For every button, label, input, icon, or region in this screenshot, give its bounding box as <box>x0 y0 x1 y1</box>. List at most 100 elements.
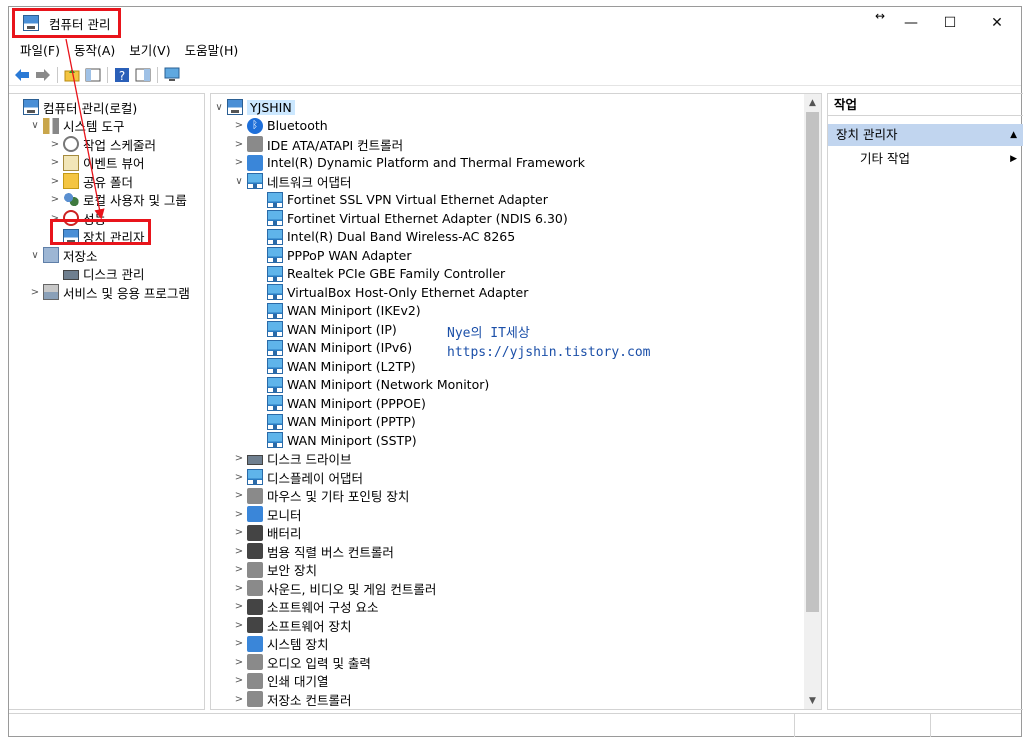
maximize-button[interactable]: ☐ <box>930 11 970 35</box>
tree-item-모니터[interactable]: > 모니터 <box>233 505 302 524</box>
collapsed-chevron-icon[interactable]: > <box>49 157 61 168</box>
menu-file[interactable]: 파일(F) <box>13 41 67 61</box>
monitor-icon[interactable] <box>163 66 181 84</box>
close-button[interactable]: ✕ <box>977 11 1017 35</box>
vertical-scrollbar[interactable]: ▲ ▼ <box>804 94 821 709</box>
tree-item-label: 소프트웨어 구성 요소 <box>267 600 379 616</box>
tree-item-virtualbox-host-only-ethernet-adapter[interactable]: VirtualBox Host-Only Ethernet Adapter <box>253 283 528 302</box>
collapsed-chevron-icon[interactable]: > <box>233 694 245 705</box>
tree-item-서비스-및-응용-프로그램[interactable]: > 서비스 및 응용 프로그램 <box>29 283 190 302</box>
collapsed-chevron-icon[interactable]: > <box>233 583 245 594</box>
tree-item-로컬-사용자-및-그룹[interactable]: > 로컬 사용자 및 그룹 <box>49 191 187 210</box>
tree-item-wan-miniport-pppoe[interactable]: WAN Miniport (PPPOE) <box>253 394 426 413</box>
tree-item-사운드-비디오-및-게임-컨트롤러[interactable]: > 사운드, 비디오 및 게임 컨트롤러 <box>233 579 436 598</box>
tree-item-wan-miniport-network-monitor[interactable]: WAN Miniport (Network Monitor) <box>253 376 489 395</box>
tree-item-realtek-pcie-gbe-family-controller[interactable]: Realtek PCIe GBE Family Controller <box>253 265 505 284</box>
tree-item-범용-직렬-버스-컨트롤러[interactable]: > 범용 직렬 버스 컨트롤러 <box>233 542 394 561</box>
tree-item-오디오-입력-및-출력[interactable]: > 오디오 입력 및 출력 <box>233 653 371 672</box>
collapsed-chevron-icon[interactable]: > <box>233 157 245 168</box>
collapsed-chevron-icon[interactable]: > <box>233 120 245 131</box>
show-hide-tree-icon[interactable] <box>84 66 102 84</box>
tree-item-네트워크-어댑터[interactable]: ∨ 네트워크 어댑터 <box>233 172 351 191</box>
collapsed-chevron-icon[interactable]: > <box>233 601 245 612</box>
tree-item-fortinet-ssl-vpn-virtual-ethernet-adapter[interactable]: Fortinet SSL VPN Virtual Ethernet Adapte… <box>253 191 548 210</box>
tree-item-인쇄-대기열[interactable]: > 인쇄 대기열 <box>233 672 328 691</box>
tree-item-ide-ata-atapi-컨트롤러[interactable]: > IDE ATA/ATAPI 컨트롤러 <box>233 135 403 154</box>
tree-item-wan-miniport-ipv6[interactable]: WAN Miniport (IPv6) <box>253 339 412 358</box>
tree-item-fortinet-virtual-ethernet-adapter-ndis-6-30[interactable]: Fortinet Virtual Ethernet Adapter (NDIS … <box>253 209 568 228</box>
collapsed-chevron-icon[interactable]: > <box>233 490 245 501</box>
tree-item-시스템-장치[interactable]: > 시스템 장치 <box>233 635 328 654</box>
help-icon[interactable]: ? <box>113 66 131 84</box>
more-actions-item[interactable]: 기타 작업 ▶ <box>828 148 1023 170</box>
up-folder-icon[interactable] <box>63 66 81 84</box>
tree-item-소프트웨어-구성-요소[interactable]: > 소프트웨어 구성 요소 <box>233 598 378 617</box>
tree-item-wan-miniport-l2tp[interactable]: WAN Miniport (L2TP) <box>253 357 416 376</box>
tree-root-yjshin[interactable]: ∨ YJSHIN <box>213 98 295 117</box>
collapsed-chevron-icon[interactable]: > <box>233 657 245 668</box>
collapsed-chevron-icon[interactable]: > <box>29 287 41 298</box>
collapsed-chevron-icon[interactable]: > <box>49 139 61 150</box>
submenu-arrow-icon: ▶ <box>1010 154 1017 164</box>
battery-icon <box>247 524 263 541</box>
expanded-chevron-icon[interactable]: ∨ <box>233 176 245 187</box>
scroll-down-icon[interactable]: ▼ <box>804 692 821 709</box>
resize-arrows-icon[interactable]: ↔ <box>875 9 885 23</box>
collapsed-chevron-icon[interactable]: > <box>233 546 245 557</box>
tree-item-wan-miniport-ikev2[interactable]: WAN Miniport (IKEv2) <box>253 302 421 321</box>
collapsed-chevron-icon[interactable]: > <box>233 472 245 483</box>
properties-icon[interactable] <box>134 66 152 84</box>
menu-action[interactable]: 동작(A) <box>67 41 122 61</box>
tree-item-작업-스케줄러[interactable]: > 작업 스케줄러 <box>49 135 156 154</box>
tree-item-pppop-wan-adapter[interactable]: PPPoP WAN Adapter <box>253 246 411 265</box>
minimize-button[interactable]: — <box>891 11 931 35</box>
collapsed-chevron-icon[interactable]: > <box>233 638 245 649</box>
scrollbar-thumb[interactable] <box>806 112 819 612</box>
bluetooth-icon: ᛒ <box>247 117 263 134</box>
tree-item-intel-r-dynamic-platform-and-thermal-framework[interactable]: > Intel(R) Dynamic Platform and Thermal F… <box>233 154 585 173</box>
tree-item-컴퓨터-관리-로컬[interactable]: 컴퓨터 관리(로컬) <box>9 98 137 117</box>
actions-section-device-manager[interactable]: 장치 관리자 ▲ <box>828 124 1023 146</box>
tree-item-wan-miniport-pptp[interactable]: WAN Miniport (PPTP) <box>253 413 416 432</box>
tree-item-배터리[interactable]: > 배터리 <box>233 524 302 543</box>
tree-item-소프트웨어-장치[interactable]: > 소프트웨어 장치 <box>233 616 351 635</box>
collapsed-chevron-icon[interactable]: > <box>233 620 245 631</box>
tree-item-이벤트-뷰어[interactable]: > 이벤트 뷰어 <box>49 154 144 173</box>
software-component-icon <box>247 598 263 615</box>
scroll-up-icon[interactable]: ▲ <box>804 94 821 111</box>
tree-item-보안-장치[interactable]: > 보안 장치 <box>233 561 317 580</box>
tree-item-디스크-드라이브[interactable]: > 디스크 드라이브 <box>233 450 352 469</box>
tree-item-intel-r-dual-band-wireless-ac-8265[interactable]: Intel(R) Dual Band Wireless-AC 8265 <box>253 228 515 247</box>
expanded-chevron-icon[interactable]: ∨ <box>213 102 225 113</box>
collapsed-chevron-icon[interactable]: > <box>233 509 245 520</box>
collapsed-chevron-icon[interactable]: > <box>233 564 245 575</box>
tree-item-마우스-및-기타-포인팅-장치[interactable]: > 마우스 및 기타 포인팅 장치 <box>233 487 409 506</box>
tree-item-디스크-관리[interactable]: 디스크 관리 <box>49 265 144 284</box>
menu-view[interactable]: 보기(V) <box>122 41 177 61</box>
expanded-chevron-icon[interactable]: ∨ <box>29 250 41 261</box>
tree-item-공유-폴더[interactable]: > 공유 폴더 <box>49 172 133 191</box>
collapsed-chevron-icon[interactable]: > <box>233 453 245 464</box>
tree-item-bluetooth[interactable]: > ᛒ Bluetooth <box>233 117 328 136</box>
tree-item-저장소[interactable]: ∨ 저장소 <box>29 246 98 265</box>
forward-arrow-icon[interactable] <box>34 66 52 84</box>
status-cell <box>931 714 1021 737</box>
tree-item-label: WAN Miniport (IPv6) <box>287 340 413 356</box>
collapsed-chevron-icon[interactable]: > <box>233 139 245 150</box>
collapsed-chevron-icon[interactable]: > <box>49 194 61 205</box>
tree-item-wan-miniport-sstp[interactable]: WAN Miniport (SSTP) <box>253 431 417 450</box>
menu-help[interactable]: 도움말(H) <box>178 41 246 61</box>
collapsed-chevron-icon[interactable]: > <box>233 675 245 686</box>
tree-item-label: WAN Miniport (IP) <box>287 321 397 337</box>
expanded-chevron-icon[interactable]: ∨ <box>29 120 41 131</box>
toolbar-separator <box>157 66 158 83</box>
collapsed-chevron-icon[interactable]: > <box>233 527 245 538</box>
tree-item-디스플레이-어댑터[interactable]: > 디스플레이 어댑터 <box>233 468 363 487</box>
tree-item-wan-miniport-ip[interactable]: WAN Miniport (IP) <box>253 320 397 339</box>
tree-item-label: Fortinet SSL VPN Virtual Ethernet Adapte… <box>287 192 548 208</box>
tree-item-시스템-도구[interactable]: ∨ 시스템 도구 <box>29 117 124 136</box>
back-arrow-icon[interactable] <box>13 66 31 84</box>
tree-item-저장소-컨트롤러[interactable]: > 저장소 컨트롤러 <box>233 690 351 709</box>
tree-item-label: 서비스 및 응용 프로그램 <box>63 285 190 301</box>
collapsed-chevron-icon[interactable]: > <box>49 176 61 187</box>
